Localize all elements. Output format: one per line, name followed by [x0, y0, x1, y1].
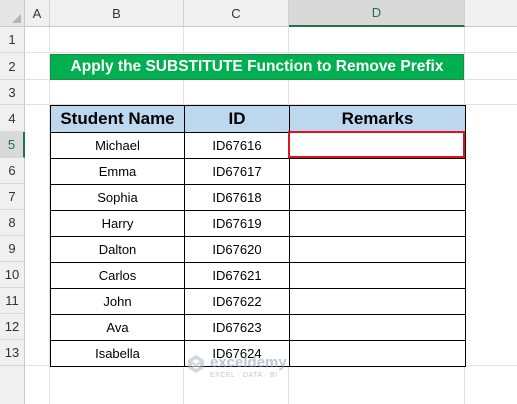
- table-row: Emma ID67617: [50, 158, 466, 185]
- select-all-triangle-icon: [12, 14, 21, 23]
- row-header-3[interactable]: 3: [0, 80, 25, 105]
- table-row: Ava ID67623: [50, 314, 466, 341]
- row-header-11[interactable]: 11: [0, 288, 25, 314]
- table-row: Carlos ID67621: [50, 262, 466, 289]
- cell-remarks[interactable]: [289, 340, 466, 367]
- row-header-7[interactable]: 7: [0, 184, 25, 210]
- cell-student-name[interactable]: Carlos: [50, 262, 185, 289]
- cell-id[interactable]: ID67620: [184, 236, 290, 263]
- cell-student-name[interactable]: Isabella: [50, 340, 185, 367]
- select-all-corner[interactable]: [0, 0, 25, 27]
- table-row: John ID67622: [50, 288, 466, 315]
- column-header-d[interactable]: D: [289, 0, 465, 27]
- watermark-tagline: EXCEL · DATA · BI: [210, 371, 278, 379]
- table-row: Sophia ID67618: [50, 184, 466, 211]
- cell-id[interactable]: ID67616: [184, 132, 290, 159]
- header-remarks[interactable]: Remarks: [289, 105, 466, 133]
- header-student-name[interactable]: Student Name: [50, 105, 185, 133]
- column-header-e-partial[interactable]: [465, 0, 517, 27]
- row-header-5[interactable]: 5: [0, 132, 25, 158]
- row-header-1[interactable]: 1: [0, 27, 25, 53]
- watermark-name: exceldemy: [210, 353, 287, 371]
- table-row: Dalton ID67620: [50, 236, 466, 263]
- gridline: [25, 52, 517, 53]
- header-id[interactable]: ID: [184, 105, 290, 133]
- cell-remarks[interactable]: [289, 236, 466, 263]
- cell-id[interactable]: ID67619: [184, 210, 290, 237]
- cell-id[interactable]: ID67618: [184, 184, 290, 211]
- row-header-2[interactable]: 2: [0, 53, 25, 80]
- row-header-8[interactable]: 8: [0, 210, 25, 236]
- cell-remarks[interactable]: [289, 158, 466, 185]
- selected-cell-highlight[interactable]: [288, 131, 465, 158]
- row-header-12[interactable]: 12: [0, 314, 25, 340]
- cell-id[interactable]: ID67617: [184, 158, 290, 185]
- cell-id[interactable]: ID67622: [184, 288, 290, 315]
- column-header-c[interactable]: C: [184, 0, 289, 27]
- cell-student-name[interactable]: Sophia: [50, 184, 185, 211]
- row-header-10[interactable]: 10: [0, 262, 25, 288]
- cell-student-name[interactable]: Ava: [50, 314, 185, 341]
- cell-remarks[interactable]: [289, 262, 466, 289]
- cell-remarks[interactable]: [289, 288, 466, 315]
- row-header-14-partial[interactable]: [0, 366, 25, 404]
- exceldemy-logo-icon: [186, 354, 206, 379]
- cell-student-name[interactable]: Dalton: [50, 236, 185, 263]
- cell-id[interactable]: ID67623: [184, 314, 290, 341]
- cell-remarks[interactable]: [289, 314, 466, 341]
- column-header-a[interactable]: A: [25, 0, 50, 27]
- cell-student-name[interactable]: Harry: [50, 210, 185, 237]
- row-header-13[interactable]: 13: [0, 340, 25, 366]
- table-header-row: Student Name ID Remarks: [50, 105, 466, 133]
- cell-remarks[interactable]: [289, 184, 466, 211]
- cell-student-name[interactable]: John: [50, 288, 185, 315]
- watermark: exceldemy EXCEL · DATA · BI: [186, 354, 287, 379]
- column-header-b[interactable]: B: [50, 0, 184, 27]
- cell-remarks[interactable]: [289, 210, 466, 237]
- cell-id[interactable]: ID67621: [184, 262, 290, 289]
- row-header-9[interactable]: 9: [0, 236, 25, 262]
- cell-student-name[interactable]: Emma: [50, 158, 185, 185]
- sheet-title-banner[interactable]: Apply the SUBSTITUTE Function to Remove …: [50, 54, 464, 80]
- row-header-6[interactable]: 6: [0, 158, 25, 184]
- row-header-4[interactable]: 4: [0, 105, 25, 132]
- table-row: Harry ID67619: [50, 210, 466, 237]
- cell-student-name[interactable]: Michael: [50, 132, 185, 159]
